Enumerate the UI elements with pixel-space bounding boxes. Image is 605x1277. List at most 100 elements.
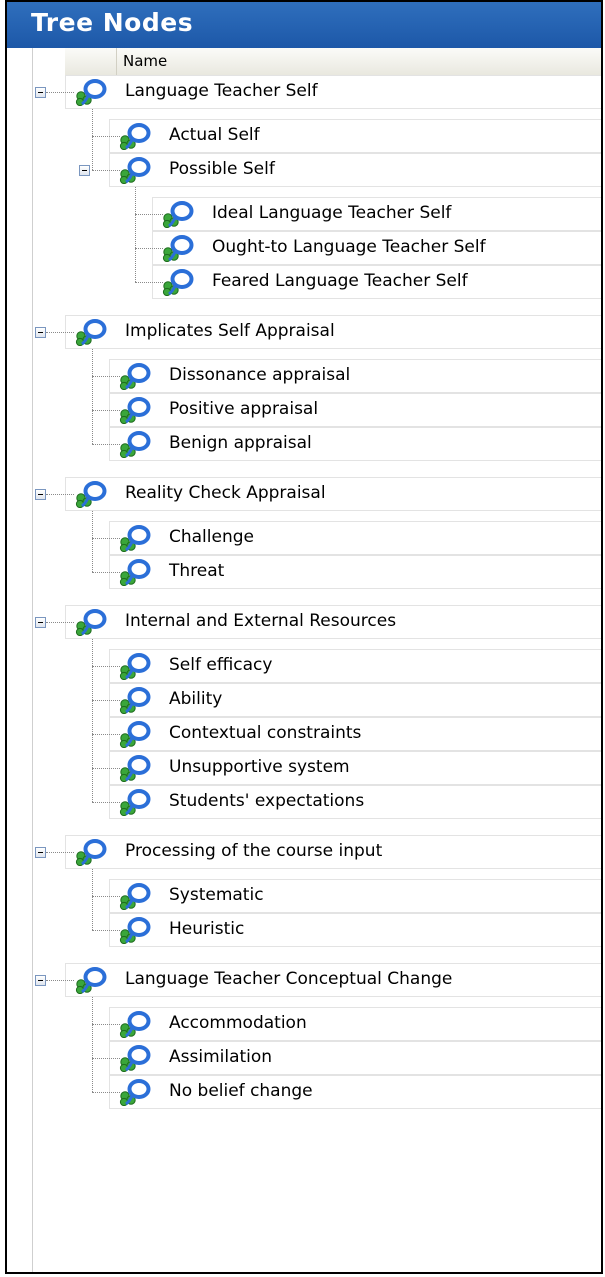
tree-node-label[interactable]: Challenge	[169, 527, 254, 547]
tree-connector	[92, 538, 120, 539]
tree-connector-vertical	[92, 639, 93, 802]
node-users-icon	[116, 686, 152, 715]
node-users-icon	[72, 608, 108, 637]
tree-node-label[interactable]: Self efficacy	[169, 655, 272, 675]
tree-node-label[interactable]: Threat	[169, 561, 224, 581]
tree-node-label[interactable]: Unsupportive system	[169, 757, 350, 777]
node-users-icon	[159, 234, 195, 263]
tree-connector-vertical	[92, 997, 93, 1092]
tree-connector	[135, 248, 163, 249]
panel-titlebar: Tree Nodes	[7, 2, 601, 49]
tree-node-label[interactable]: Possible Self	[169, 159, 275, 179]
tree-connector-vertical	[92, 349, 93, 444]
tree-connector	[92, 768, 120, 769]
tree-connector	[92, 376, 120, 377]
tree-view[interactable]: Name Language Teacher Self Actual Self Pos…	[7, 48, 601, 1272]
tree-node-label[interactable]: Reality Check Appraisal	[125, 483, 326, 503]
tree-connector	[46, 92, 74, 93]
node-users-icon	[116, 720, 152, 749]
tree-nodes-panel: Tree Nodes Name Language Teacher Self Act…	[5, 0, 603, 1274]
node-users-icon	[116, 430, 152, 459]
tree-node-label[interactable]: Dissonance appraisal	[169, 365, 350, 385]
node-users-icon	[72, 838, 108, 867]
tree-connector	[92, 802, 120, 803]
tree-connector	[92, 136, 120, 137]
collapse-minus-icon[interactable]	[35, 489, 46, 500]
node-users-icon	[116, 396, 152, 425]
node-users-icon	[116, 788, 152, 817]
node-users-icon	[159, 200, 195, 229]
tree-connector-vertical	[92, 869, 93, 930]
tree-node-label[interactable]: Ideal Language Teacher Self	[212, 203, 451, 223]
node-users-icon	[116, 558, 152, 587]
node-users-icon	[116, 1044, 152, 1073]
collapse-minus-icon[interactable]	[35, 87, 46, 98]
tree-node-label[interactable]: Processing of the course input	[125, 841, 382, 861]
tree-connector	[92, 410, 120, 411]
tree-connector	[92, 572, 120, 573]
tree-connector	[46, 332, 74, 333]
collapse-minus-icon[interactable]	[35, 327, 46, 338]
tree-node-label[interactable]: No belief change	[169, 1081, 313, 1101]
tree-connector	[92, 1058, 120, 1059]
tree-node-label[interactable]: Assimilation	[169, 1047, 272, 1067]
collapse-minus-icon[interactable]	[35, 617, 46, 628]
node-users-icon	[116, 882, 152, 911]
node-users-icon	[116, 1078, 152, 1107]
tree-connector	[92, 1092, 120, 1093]
collapse-minus-icon[interactable]	[79, 165, 90, 176]
collapse-minus-icon[interactable]	[35, 975, 46, 986]
tree-gutter-separator	[32, 48, 33, 1272]
tree-connector	[46, 852, 74, 853]
tree-node-label[interactable]: Actual Self	[169, 125, 260, 145]
tree-connector	[46, 622, 74, 623]
tree-node-label[interactable]: Heuristic	[169, 919, 244, 939]
tree-connector	[46, 494, 74, 495]
node-users-icon	[159, 268, 195, 297]
tree-connector	[92, 734, 120, 735]
column-header[interactable]: Name	[65, 48, 601, 76]
tree-connector-vertical	[92, 109, 93, 170]
tree-connector-vertical	[135, 187, 136, 282]
tree-connector	[92, 700, 120, 701]
tree-node-label[interactable]: Accommodation	[169, 1013, 307, 1033]
node-users-icon	[72, 480, 108, 509]
node-users-icon	[116, 524, 152, 553]
column-header-spacer	[65, 48, 117, 75]
tree-connector	[92, 666, 120, 667]
node-users-icon	[116, 754, 152, 783]
tree-connector	[92, 1024, 120, 1025]
node-users-icon	[116, 916, 152, 945]
tree-connector	[92, 896, 120, 897]
tree-node-label[interactable]: Students' expectations	[169, 791, 364, 811]
tree-connector	[92, 444, 120, 445]
collapse-minus-icon[interactable]	[35, 847, 46, 858]
tree-connector	[46, 980, 74, 981]
tree-connector	[135, 282, 163, 283]
tree-node-label[interactable]: Implicates Self Appraisal	[125, 321, 335, 341]
tree-connector-vertical	[92, 511, 93, 572]
tree-node-label[interactable]: Ought-to Language Teacher Self	[212, 237, 486, 257]
tree-node-label[interactable]: Language Teacher Conceptual Change	[125, 969, 452, 989]
node-users-icon	[116, 652, 152, 681]
node-users-icon	[116, 122, 152, 151]
node-users-icon	[116, 362, 152, 391]
tree-node-label[interactable]: Language Teacher Self	[125, 81, 318, 101]
tree-node-label[interactable]: Positive appraisal	[169, 399, 318, 419]
tree-connector	[92, 930, 120, 931]
tree-connector	[135, 214, 163, 215]
tree-node-label[interactable]: Systematic	[169, 885, 264, 905]
node-users-icon	[116, 156, 152, 185]
tree-node-label[interactable]: Internal and External Resources	[125, 611, 396, 631]
tree-node-label[interactable]: Benign appraisal	[169, 433, 312, 453]
tree-node-label[interactable]: Contextual constraints	[169, 723, 361, 743]
node-users-icon	[116, 1010, 152, 1039]
node-users-icon	[72, 78, 108, 107]
tree-connector	[92, 170, 120, 171]
node-users-icon	[72, 966, 108, 995]
tree-node-label[interactable]: Feared Language Teacher Self	[212, 271, 468, 291]
node-users-icon	[72, 318, 108, 347]
tree-node-label[interactable]: Ability	[169, 689, 222, 709]
panel-title: Tree Nodes	[31, 8, 194, 37]
column-header-name[interactable]: Name	[123, 52, 167, 70]
